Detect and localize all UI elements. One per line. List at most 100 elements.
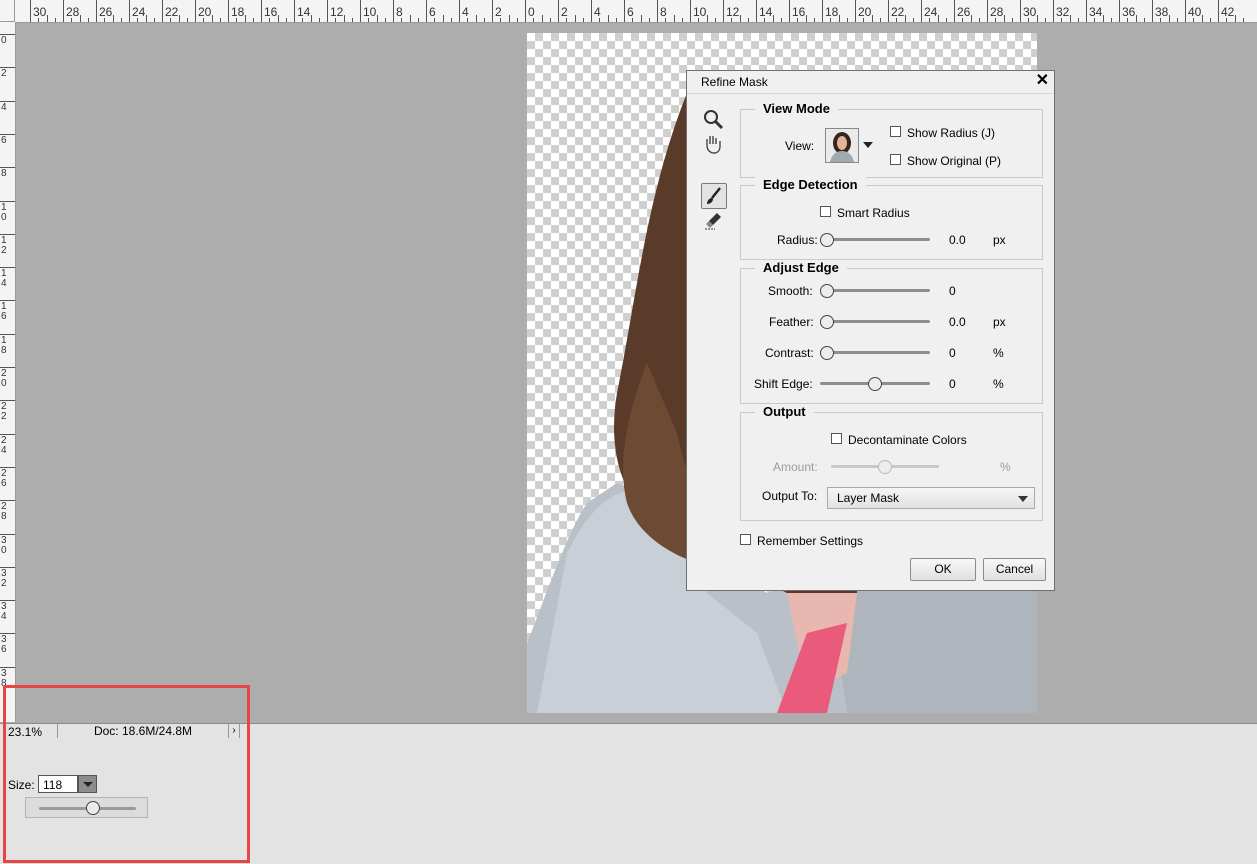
- ruler-tick: [1209, 18, 1211, 22]
- ruler-tick: [533, 18, 535, 22]
- ruler-tick: [252, 18, 254, 22]
- ruler-tick: [764, 18, 766, 22]
- ruler-tick: [46, 15, 48, 22]
- ruler-tick: [409, 15, 411, 22]
- ruler-tick: [731, 18, 733, 22]
- view-mode-title: View Mode: [755, 101, 838, 116]
- remember-settings-label[interactable]: Remember Settings: [757, 534, 863, 548]
- ruler-tick: [401, 18, 403, 22]
- ruler-tick-label: 18: [825, 5, 839, 19]
- ruler-tick: [624, 0, 625, 22]
- radius-value[interactable]: 0.0: [949, 233, 966, 247]
- ruler-tick-label: 4: [594, 5, 601, 19]
- ruler-tick: [244, 15, 246, 22]
- ruler-tick: [970, 15, 972, 22]
- ruler-tick: [63, 0, 64, 22]
- ruler-tick: [360, 0, 361, 22]
- ruler-tick: [855, 0, 856, 22]
- shift-edge-value[interactable]: 0: [949, 377, 956, 391]
- radius-slider-knob[interactable]: [820, 233, 834, 247]
- adjust-edge-title: Adjust Edge: [755, 260, 847, 275]
- show-original-label[interactable]: Show Original (P): [907, 154, 1001, 168]
- ruler-tick: [426, 0, 427, 22]
- ruler-tick: [211, 15, 213, 22]
- ruler-tick: [822, 0, 823, 22]
- ruler-tick: [0, 167, 15, 169]
- ruler-tick-label: 22: [165, 5, 179, 19]
- ruler-tick-label: 30: [1, 534, 7, 556]
- horizontal-ruler[interactable]: 30 28 26 24 22 20 18 16 14 12 10 8 6 4 2 0 2 4 6 8 10 12 14 16 1…: [15, 0, 1257, 23]
- amount-slider[interactable]: [831, 460, 939, 474]
- hand-tool-icon[interactable]: [701, 132, 725, 156]
- contrast-slider-knob[interactable]: [820, 346, 834, 360]
- ruler-tick-label: 6: [1, 134, 7, 146]
- ruler-tick-label: 16: [792, 5, 806, 19]
- ruler-tick: [1201, 15, 1203, 22]
- show-original-checkbox[interactable]: [890, 154, 901, 165]
- ruler-tick: [170, 18, 172, 22]
- view-mode-dropdown-arrow[interactable]: [863, 142, 873, 148]
- ruler-tick: [1011, 18, 1013, 22]
- ruler-tick-label: 4: [1, 101, 7, 113]
- ruler-tick-label: 16: [264, 5, 278, 19]
- show-radius-label[interactable]: Show Radius (J): [907, 126, 995, 140]
- ruler-tick-label: 0: [528, 5, 535, 19]
- ok-button[interactable]: OK: [910, 558, 976, 581]
- radius-slider[interactable]: [820, 233, 930, 247]
- feather-slider[interactable]: [820, 315, 930, 329]
- shift-edge-slider-knob[interactable]: [868, 377, 882, 391]
- zoom-tool-icon[interactable]: [701, 107, 725, 131]
- ruler-tick: [582, 18, 584, 22]
- ruler-tick: [830, 18, 832, 22]
- decontaminate-checkbox[interactable]: [831, 433, 842, 444]
- ruler-tick: [261, 0, 262, 22]
- ruler-tick: [714, 18, 716, 22]
- ruler-tick-label: 16: [1, 301, 7, 323]
- show-radius-checkbox[interactable]: [890, 126, 901, 137]
- shift-edge-slider[interactable]: [820, 377, 930, 391]
- smooth-value[interactable]: 0: [949, 284, 956, 298]
- close-icon[interactable]: ✕: [1036, 72, 1049, 90]
- ruler-tick: [0, 566, 15, 568]
- dialog-titlebar[interactable]: Refine Mask ✕: [687, 71, 1054, 94]
- ruler-tick-label: 2: [1, 68, 7, 80]
- smooth-slider-knob[interactable]: [820, 284, 834, 298]
- edge-detection-group: Edge Detection: [740, 177, 1043, 260]
- ruler-tick: [912, 18, 914, 22]
- vertical-ruler[interactable]: 0 2 4 6 8 10 12 14 16 18 20 22 24 26 28 30 32 34 36 38: [0, 22, 16, 722]
- ruler-tick: [450, 18, 452, 22]
- ruler-tick: [599, 18, 601, 22]
- amount-slider-knob[interactable]: [878, 460, 892, 474]
- ruler-tick-label: 6: [429, 5, 436, 19]
- ruler-tick-label: 38: [1155, 5, 1169, 19]
- decontaminate-label[interactable]: Decontaminate Colors: [848, 433, 967, 447]
- ruler-tick: [30, 0, 31, 22]
- ruler-tick: [0, 133, 15, 135]
- smart-radius-checkbox[interactable]: [820, 206, 831, 217]
- smart-radius-label[interactable]: Smart Radius: [837, 206, 910, 220]
- ruler-tick: [500, 18, 502, 22]
- ruler-tick-label: 30: [33, 5, 47, 19]
- feather-value[interactable]: 0.0: [949, 315, 966, 329]
- contrast-value[interactable]: 0: [949, 346, 956, 360]
- erase-refinements-tool-icon[interactable]: [701, 209, 725, 233]
- ruler-tick: [648, 18, 650, 22]
- ruler-tick: [285, 18, 287, 22]
- ruler-tick: [797, 18, 799, 22]
- ruler-tick: [137, 18, 139, 22]
- feather-slider-knob[interactable]: [820, 315, 834, 329]
- remember-settings-checkbox[interactable]: [740, 534, 751, 545]
- ruler-tick: [302, 18, 304, 22]
- output-to-select[interactable]: Layer Mask: [827, 487, 1035, 509]
- refine-radius-tool-icon[interactable]: [701, 183, 727, 209]
- ruler-tick: [0, 333, 15, 335]
- ruler-tick: [1061, 18, 1063, 22]
- view-mode-thumbnail[interactable]: [825, 128, 859, 163]
- highlight-box: [3, 685, 250, 863]
- smooth-slider[interactable]: [820, 284, 930, 298]
- ruler-tick: [838, 15, 840, 22]
- ruler-tick: [681, 18, 683, 22]
- contrast-slider[interactable]: [820, 346, 930, 360]
- ruler-tick-label: 2: [495, 5, 502, 19]
- cancel-button[interactable]: Cancel: [983, 558, 1046, 581]
